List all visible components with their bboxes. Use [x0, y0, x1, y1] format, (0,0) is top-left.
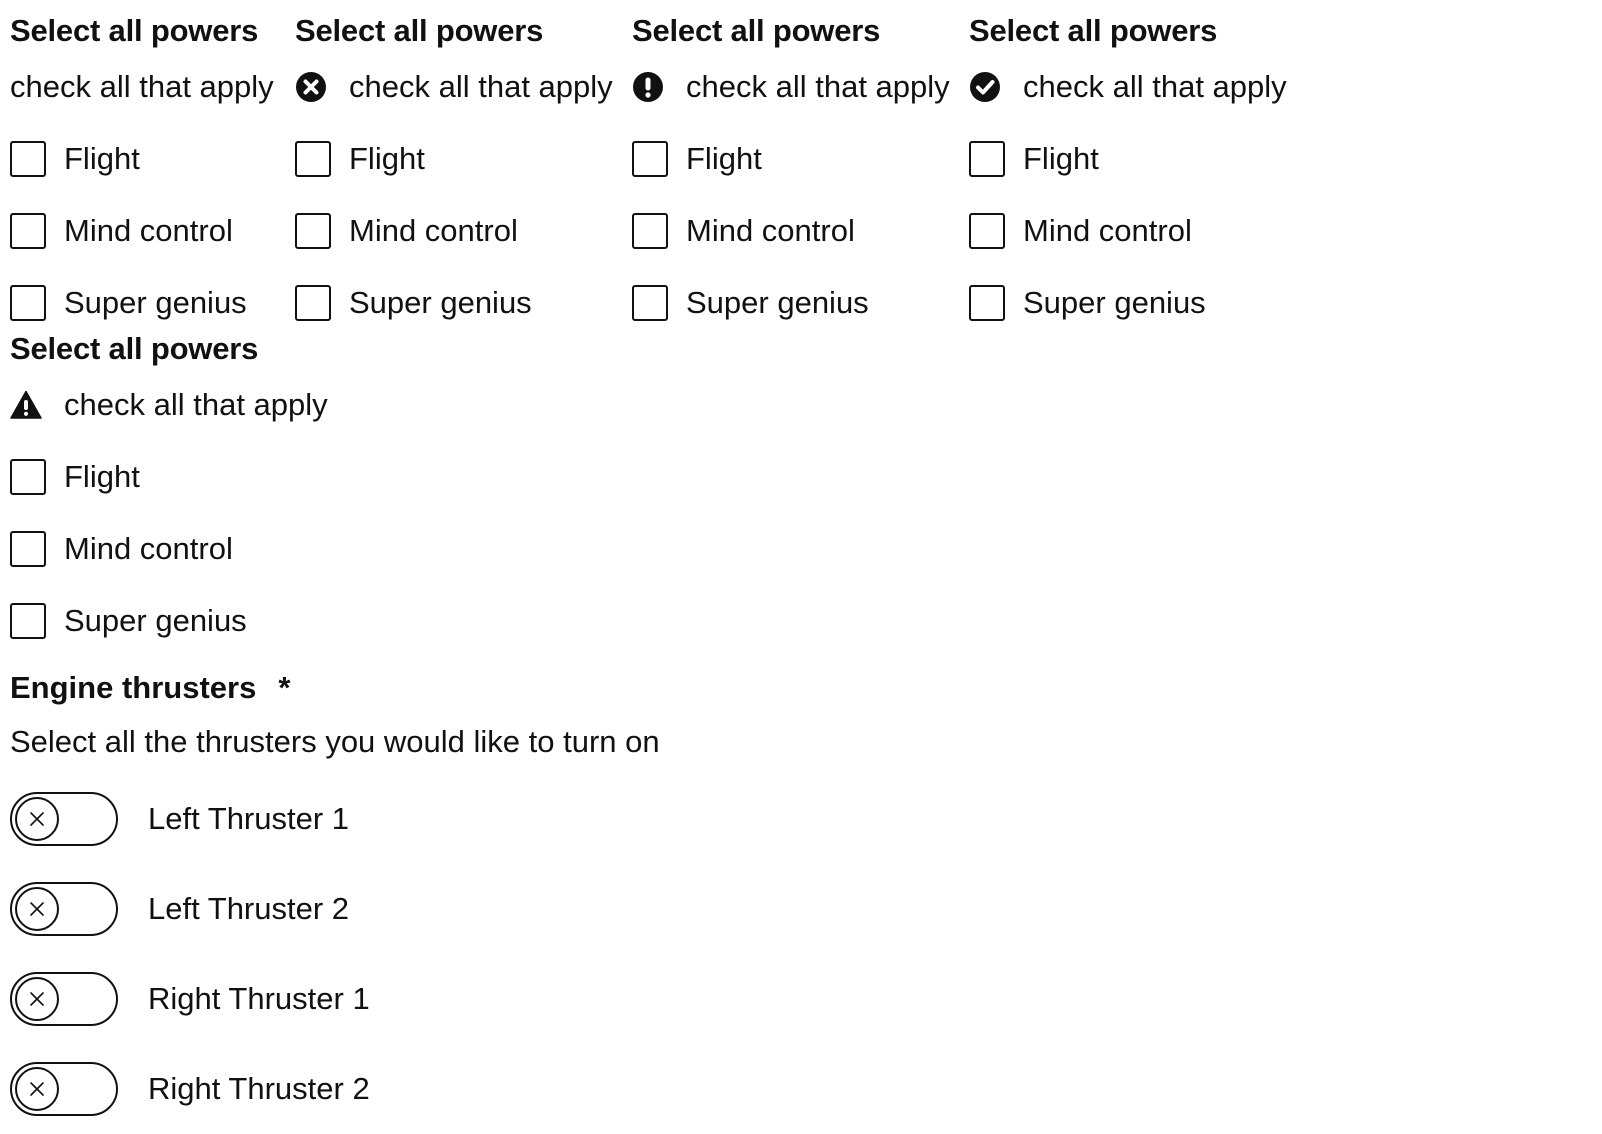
group-title: Select all powers — [632, 13, 881, 48]
group-hint: check all that apply — [10, 385, 328, 425]
option-mind-control[interactable]: Mind control — [969, 211, 1287, 251]
toggle-row-right-thruster-1[interactable]: Right Thruster 1 — [10, 972, 660, 1026]
option-flight[interactable]: Flight — [295, 139, 613, 179]
warning-triangle-icon — [10, 389, 42, 421]
section-description: Select all the thrusters you would like … — [10, 724, 660, 759]
right-thruster-2-toggle[interactable] — [10, 1062, 118, 1116]
left-thruster-1-toggle[interactable] — [10, 792, 118, 846]
flight-checkbox[interactable] — [10, 459, 46, 495]
option-label: Super genius — [64, 285, 247, 320]
close-icon — [30, 812, 44, 826]
option-label: Super genius — [64, 603, 247, 638]
option-label: Super genius — [686, 285, 869, 320]
mind-control-checkbox[interactable] — [10, 213, 46, 249]
power-group-2: Select all powers check all that apply F… — [295, 13, 613, 323]
option-mind-control[interactable]: Mind control — [295, 211, 613, 251]
super-genius-checkbox[interactable] — [10, 603, 46, 639]
power-group-1: Select all powers check all that apply F… — [10, 13, 274, 323]
hint-text: check all that apply — [64, 387, 328, 422]
power-group-5: Select all powers check all that apply F… — [10, 331, 328, 641]
toggle-row-left-thruster-1[interactable]: Left Thruster 1 — [10, 792, 660, 846]
toggle-label: Right Thruster 2 — [148, 1071, 370, 1106]
hint-text: check all that apply — [686, 69, 950, 104]
toggle-row-right-thruster-2[interactable]: Right Thruster 2 — [10, 1062, 660, 1116]
group-title: Select all powers — [969, 13, 1218, 48]
hint-text: check all that apply — [10, 69, 274, 104]
option-mind-control[interactable]: Mind control — [632, 211, 950, 251]
engine-thrusters-section: Engine thrusters * Select all the thruste… — [10, 670, 660, 1116]
super-genius-checkbox[interactable] — [295, 285, 331, 321]
mind-control-checkbox[interactable] — [632, 213, 668, 249]
option-super-genius[interactable]: Super genius — [295, 283, 613, 323]
group-title: Select all powers — [295, 13, 544, 48]
super-genius-checkbox[interactable] — [969, 285, 1005, 321]
option-label: Flight — [686, 141, 762, 176]
option-label: Super genius — [1023, 285, 1206, 320]
super-genius-checkbox[interactable] — [10, 285, 46, 321]
toggle-label: Left Thruster 2 — [148, 891, 350, 926]
close-icon — [30, 902, 44, 916]
option-mind-control[interactable]: Mind control — [10, 529, 328, 569]
option-flight[interactable]: Flight — [10, 457, 328, 497]
option-super-genius[interactable]: Super genius — [969, 283, 1287, 323]
option-label: Flight — [1023, 141, 1099, 176]
toggle-knob — [15, 1067, 59, 1111]
toggle-knob — [15, 797, 59, 841]
section-title: Engine thrusters * — [10, 670, 660, 706]
option-label: Flight — [64, 459, 140, 494]
exclamation-circle-icon — [632, 71, 664, 103]
group-hint: check all that apply — [10, 67, 274, 107]
toggle-knob — [15, 977, 59, 1021]
option-super-genius[interactable]: Super genius — [10, 601, 328, 641]
option-flight[interactable]: Flight — [632, 139, 950, 179]
option-flight[interactable]: Flight — [10, 139, 274, 179]
flight-checkbox[interactable] — [10, 141, 46, 177]
group-hint: check all that apply — [295, 67, 613, 107]
right-thruster-1-toggle[interactable] — [10, 972, 118, 1026]
mind-control-checkbox[interactable] — [295, 213, 331, 249]
left-thruster-2-toggle[interactable] — [10, 882, 118, 936]
error-circle-icon — [295, 71, 327, 103]
group-hint: check all that apply — [632, 67, 950, 107]
toggle-label: Left Thruster 1 — [148, 801, 350, 836]
option-label: Mind control — [349, 213, 518, 248]
option-super-genius[interactable]: Super genius — [632, 283, 950, 323]
option-super-genius[interactable]: Super genius — [10, 283, 274, 323]
option-label: Mind control — [1023, 213, 1192, 248]
close-icon — [30, 1082, 44, 1096]
power-group-3: Select all powers check all that apply F… — [632, 13, 950, 323]
super-genius-checkbox[interactable] — [632, 285, 668, 321]
group-hint: check all that apply — [969, 67, 1287, 107]
toggle-knob — [15, 887, 59, 931]
group-title: Select all powers — [10, 13, 259, 48]
close-icon — [30, 992, 44, 1006]
option-label: Mind control — [64, 213, 233, 248]
option-label: Mind control — [64, 531, 233, 566]
group-title: Select all powers — [10, 331, 259, 366]
option-label: Super genius — [349, 285, 532, 320]
option-mind-control[interactable]: Mind control — [10, 211, 274, 251]
flight-checkbox[interactable] — [295, 141, 331, 177]
check-circle-icon — [969, 71, 1001, 103]
toggle-label: Right Thruster 1 — [148, 981, 370, 1016]
hint-text: check all that apply — [349, 69, 613, 104]
option-flight[interactable]: Flight — [969, 139, 1287, 179]
toggle-row-left-thruster-2[interactable]: Left Thruster 2 — [10, 882, 660, 936]
power-group-4: Select all powers check all that apply F… — [969, 13, 1287, 323]
flight-checkbox[interactable] — [632, 141, 668, 177]
option-label: Mind control — [686, 213, 855, 248]
flight-checkbox[interactable] — [969, 141, 1005, 177]
mind-control-checkbox[interactable] — [969, 213, 1005, 249]
option-label: Flight — [349, 141, 425, 176]
required-mark: * — [278, 670, 291, 705]
hint-text: check all that apply — [1023, 69, 1287, 104]
option-label: Flight — [64, 141, 140, 176]
mind-control-checkbox[interactable] — [10, 531, 46, 567]
section-title-text: Engine thrusters — [10, 670, 257, 705]
